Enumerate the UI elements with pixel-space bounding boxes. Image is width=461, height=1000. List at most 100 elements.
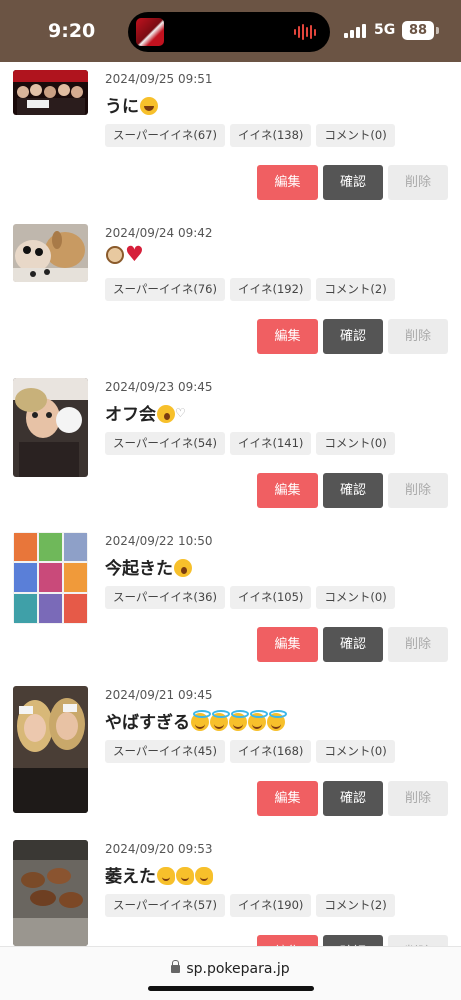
dog-face-emoji-icon — [106, 246, 124, 264]
edit-button[interactable]: 編集 — [257, 165, 318, 200]
reaction-chips: スーパーイイネ(45) イイネ(168) コメント(0) — [105, 740, 395, 763]
comment-chip[interactable]: コメント(0) — [316, 432, 395, 455]
post-thumbnail[interactable] — [13, 378, 88, 477]
super-like-chip[interactable]: スーパーイイネ(76) — [105, 278, 225, 301]
cellular-signal-icon — [344, 23, 368, 38]
comment-chip[interactable]: コメント(0) — [316, 740, 395, 763]
url-display[interactable]: sp.pokepara.jp — [0, 960, 461, 977]
post-photo-selfie-image — [13, 378, 88, 477]
reaction-chips: スーパーイイネ(36) イイネ(105) コメント(0) — [105, 586, 395, 609]
confirm-button[interactable]: 確認 — [323, 165, 383, 200]
like-chip[interactable]: イイネ(190) — [230, 894, 312, 917]
post-title: 今起きた — [105, 554, 192, 579]
battery-icon: 88 — [402, 21, 434, 40]
edit-button[interactable]: 編集 — [257, 935, 318, 946]
super-like-chip[interactable]: スーパーイイネ(54) — [105, 432, 225, 455]
post-thumbnail[interactable] — [13, 70, 88, 115]
now-playing-artwork-icon — [136, 18, 164, 46]
comment-chip[interactable]: コメント(0) — [316, 586, 395, 609]
confirm-button[interactable]: 確認 — [323, 627, 383, 662]
post-item: 2024/09/24 09:42 スーパーイイネ(76) イイネ(192) コメ… — [0, 216, 461, 370]
post-date: 2024/09/24 09:42 — [105, 226, 213, 240]
halo-face-emoji-icon — [210, 710, 230, 731]
comment-chip[interactable]: コメント(0) — [316, 124, 395, 147]
comment-chip[interactable]: コメント(2) — [316, 278, 395, 301]
like-chip[interactable]: イイネ(168) — [230, 740, 312, 763]
confirm-button[interactable]: 確認 — [323, 473, 383, 508]
super-like-chip[interactable]: スーパーイイネ(67) — [105, 124, 225, 147]
post-date: 2024/09/25 09:51 — [105, 72, 213, 86]
post-title: うに — [105, 92, 158, 117]
heart-on-fire-emoji-icon — [125, 242, 145, 266]
melting-face-emoji-icon — [195, 867, 213, 885]
post-photo-dog-image — [13, 224, 88, 282]
confirm-button[interactable]: 確認 — [323, 935, 383, 946]
like-chip[interactable]: イイネ(141) — [230, 432, 312, 455]
melting-face-emoji-icon — [176, 867, 194, 885]
post-title-text: うに — [105, 97, 139, 117]
post-item: 2024/09/20 09:53 萎えた スーパーイイネ(57) イイネ(190… — [0, 832, 461, 946]
audio-waveform-icon — [294, 24, 316, 40]
post-date: 2024/09/20 09:53 — [105, 842, 213, 856]
post-title: やばすぎる — [105, 708, 287, 733]
confirm-button[interactable]: 確認 — [323, 319, 383, 354]
halo-face-emoji-icon — [248, 710, 268, 731]
reaction-chips: スーパーイイネ(76) イイネ(192) コメント(2) — [105, 278, 395, 301]
post-title-text: オフ会 — [105, 405, 156, 425]
super-like-chip[interactable]: スーパーイイネ(57) — [105, 894, 225, 917]
post-photo-group-image — [13, 70, 88, 115]
like-chip[interactable]: イイネ(138) — [230, 124, 312, 147]
yawning-face-emoji-icon — [174, 559, 192, 577]
comment-chip[interactable]: コメント(2) — [316, 894, 395, 917]
post-thumbnail[interactable] — [13, 686, 88, 813]
post-date: 2024/09/22 10:50 — [105, 534, 213, 548]
halo-face-emoji-icon — [229, 710, 249, 731]
post-title-text: やばすぎる — [105, 713, 190, 733]
delete-button[interactable]: 削除 — [388, 935, 448, 946]
post-photo-grill-image — [13, 840, 88, 946]
reaction-chips: スーパーイイネ(54) イイネ(141) コメント(0) — [105, 432, 395, 455]
melting-face-emoji-icon — [157, 867, 175, 885]
edit-button[interactable]: 編集 — [257, 319, 318, 354]
post-photo-character-grid-image — [13, 532, 88, 624]
edit-button[interactable]: 編集 — [257, 781, 318, 816]
post-title — [105, 242, 145, 266]
post-date: 2024/09/23 09:45 — [105, 380, 213, 394]
home-indicator[interactable] — [148, 986, 314, 991]
post-item: 2024/09/21 09:45 やばすぎる スーパーイイネ(45) イイネ(1… — [0, 678, 461, 832]
halo-face-emoji-icon — [191, 710, 211, 731]
post-title: 萎えた — [105, 862, 213, 887]
post-date: 2024/09/21 09:45 — [105, 688, 213, 702]
super-like-chip[interactable]: スーパーイイネ(36) — [105, 586, 225, 609]
battery-cap — [436, 27, 439, 34]
edit-button[interactable]: 編集 — [257, 627, 318, 662]
reaction-chips: スーパーイイネ(57) イイネ(190) コメント(2) — [105, 894, 395, 917]
reaction-chips: スーパーイイネ(67) イイネ(138) コメント(0) — [105, 124, 395, 147]
post-item: 2024/09/25 09:51 うに スーパーイイネ(67) イイネ(138)… — [0, 62, 461, 216]
lock-icon — [171, 960, 181, 973]
post-thumbnail[interactable] — [13, 532, 88, 624]
post-item: 2024/09/23 09:45 オフ会 ♡ スーパーイイネ(54) イイネ(14… — [0, 370, 461, 524]
delete-button[interactable]: 削除 — [388, 165, 448, 200]
delete-button[interactable]: 削除 — [388, 473, 448, 508]
status-bar: 9:20 5G 88 — [0, 0, 461, 62]
delete-button[interactable]: 削除 — [388, 781, 448, 816]
delete-button[interactable]: 削除 — [388, 627, 448, 662]
post-photo-duo-image — [13, 686, 88, 813]
small-heart-text: ♡ — [175, 406, 186, 420]
edit-button[interactable]: 編集 — [257, 473, 318, 508]
like-chip[interactable]: イイネ(105) — [230, 586, 312, 609]
post-thumbnail[interactable] — [13, 224, 88, 282]
post-item: 2024/09/22 10:50 今起きた スーパーイイネ(36) イイネ(10… — [0, 524, 461, 678]
browser-url-bar[interactable]: sp.pokepara.jp — [0, 946, 461, 1000]
post-title-text: 今起きた — [105, 559, 173, 579]
delete-button[interactable]: 削除 — [388, 319, 448, 354]
super-like-chip[interactable]: スーパーイイネ(45) — [105, 740, 225, 763]
post-feed[interactable]: 2024/09/25 09:51 うに スーパーイイネ(67) イイネ(138)… — [0, 62, 461, 946]
post-title-text: 萎えた — [105, 867, 156, 887]
like-chip[interactable]: イイネ(192) — [230, 278, 312, 301]
status-time: 9:20 — [48, 20, 96, 42]
confirm-button[interactable]: 確認 — [323, 781, 383, 816]
dynamic-island[interactable] — [128, 12, 330, 52]
post-thumbnail[interactable] — [13, 840, 88, 946]
